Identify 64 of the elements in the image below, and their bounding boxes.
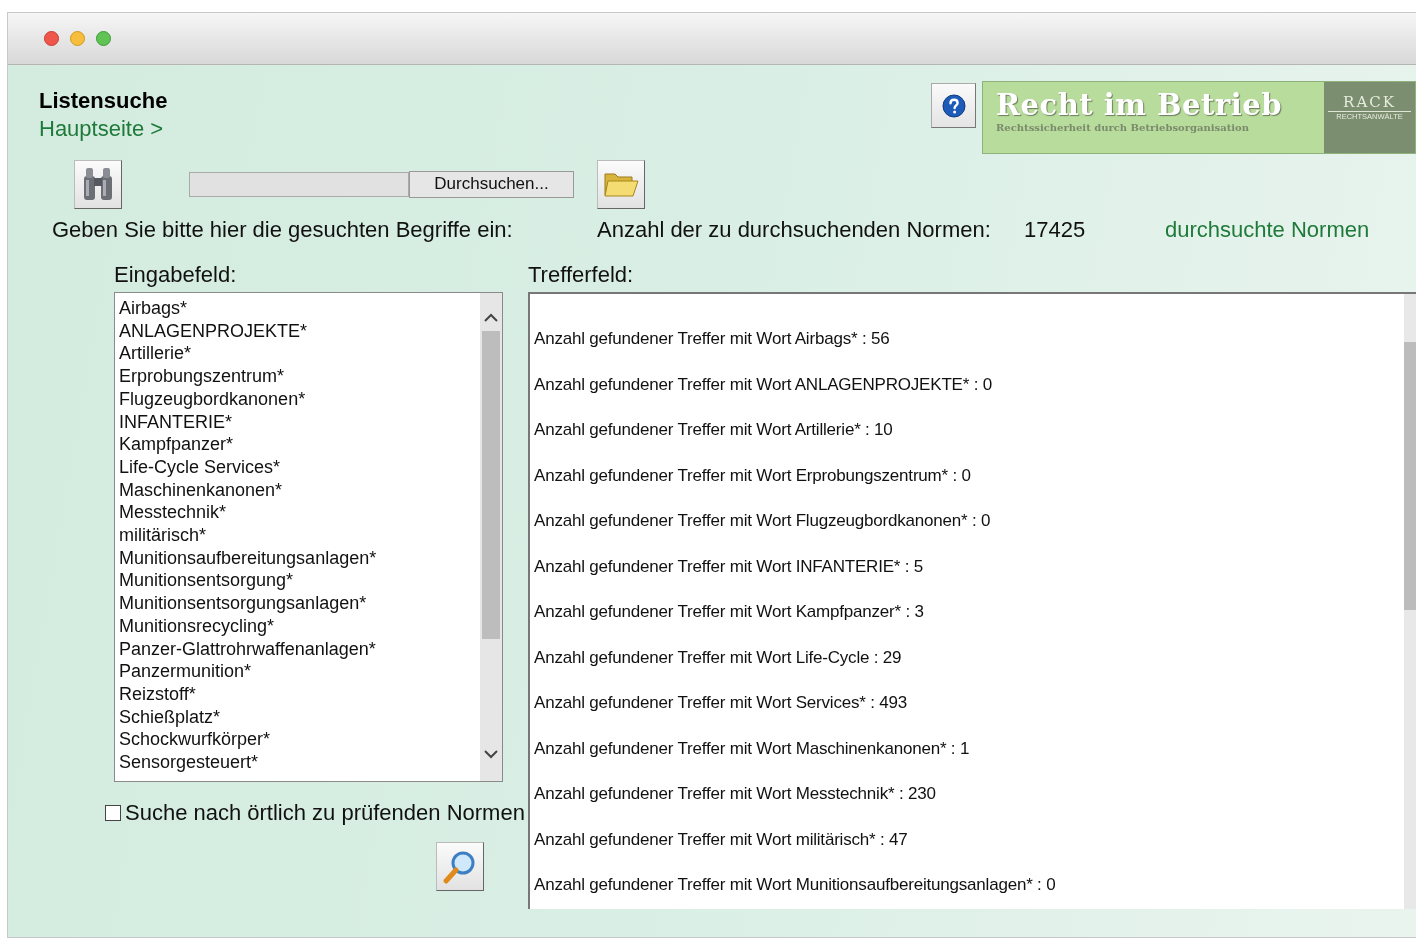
search-term: Munitionsentsorgung* — [119, 569, 295, 593]
search-term: Munitionsentsorgungsanlagen* — [119, 592, 368, 615]
help-button[interactable] — [931, 83, 976, 128]
input-field-label: Eingabefeld: — [114, 262, 238, 289]
search-term: Panzermunition* — [119, 660, 253, 683]
result-line: Anzahl gefundener Treffer mit Wort Erprobungszentrum* : 0 — [534, 464, 972, 487]
checkbox[interactable] — [105, 805, 121, 821]
search-term: Munitionsaufbereitungsanlagen* — [119, 546, 378, 570]
result-line: Anzahl gefundener Treffer mit Wort INFANTERIE* : 5 — [534, 555, 925, 578]
page-title: Listensuche — [39, 88, 168, 114]
search-term: Artillerie* — [119, 342, 193, 366]
scrollbar[interactable] — [480, 293, 502, 781]
search-button[interactable] — [436, 842, 484, 891]
zoom-button[interactable] — [96, 31, 111, 46]
breadcrumb-link[interactable]: Hauptseite > — [39, 116, 164, 142]
result-line: Anzahl gefundener Treffer mit Wort Kampfpanzer* : 3 — [534, 601, 925, 623]
results-scrollbar[interactable] — [1404, 294, 1416, 909]
results-scrollbar-thumb[interactable] — [1404, 342, 1416, 610]
result-line: Anzahl gefundener Treffer mit Wort Airbags* : 56 — [534, 328, 891, 350]
browse-button[interactable]: Durchsuchen... — [409, 170, 574, 198]
search-term: Sensorgesteuert* — [119, 751, 260, 774]
search-terms-list[interactable] — [114, 292, 503, 782]
search-term: Life-Cycle Services* — [119, 455, 282, 479]
scrollbar-thumb[interactable] — [482, 331, 500, 639]
open-folder-button[interactable] — [597, 159, 645, 209]
norm-count-label: Anzahl der zu durchsuchenden Normen: — [597, 217, 992, 243]
search-term: Munitionsrecycling* — [119, 614, 276, 638]
search-term: militärisch* — [119, 524, 207, 547]
binoculars-button[interactable] — [74, 159, 122, 209]
results-field-label: Trefferfeld: — [528, 262, 635, 289]
result-line: Anzahl gefundener Treffer mit Wort Flugzeugbordkanonen* : 0 — [534, 510, 992, 532]
search-term: Kampfpanzer* — [119, 433, 235, 456]
brand-name: RACK — [1328, 93, 1411, 112]
search-term: Flugzeugbordkanonen* — [119, 387, 307, 411]
logo-subtitle: Rechtssicherheit durch Betriebsorganisation — [996, 121, 1251, 133]
result-line: Anzahl gefundener Treffer mit Wort militärisch* : 47 — [534, 828, 909, 851]
search-term: Maschinenkanonen* — [119, 478, 284, 502]
search-term: Panzer-Glattrohrwaffenanlagen* — [119, 637, 377, 661]
result-line: Anzahl gefundener Treffer mit Wort Maschinenkanonen* : 1 — [534, 737, 971, 760]
search-term: ANLAGENPROJEKTE* — [119, 319, 309, 343]
checkbox-label: Suche nach örtlich zu prüfenden Normen — [125, 800, 525, 826]
norm-count-value: 17425 — [1024, 217, 1087, 243]
searched-norms-link[interactable]: durchsuchte Normen — [1165, 217, 1370, 243]
search-term: Erprobungszentrum* — [119, 365, 286, 388]
result-line: Anzahl gefundener Treffer mit Wort Messtechnik* : 230 — [534, 783, 937, 805]
result-line: Anzahl gefundener Treffer mit Wort ANLAGENPROJEKTE* : 0 — [534, 373, 993, 396]
file-path-field[interactable] — [189, 171, 409, 197]
result-line: Anzahl gefundener Treffer mit Wort Munitionsaufbereitungsanlagen* : 0 — [534, 874, 1057, 896]
help-icon — [941, 93, 966, 118]
search-term: Messtechnik* — [119, 501, 228, 525]
result-line: Anzahl gefundener Treffer mit Wort Life-Cycle : 29 — [534, 646, 903, 669]
result-line: Anzahl gefundener Treffer mit Wort Artillerie* : 10 — [534, 419, 894, 441]
search-term: Airbags* — [119, 297, 189, 320]
binoculars-icon — [82, 166, 114, 202]
scroll-up-icon[interactable] — [483, 313, 499, 323]
search-term: Reizstoff* — [119, 682, 197, 706]
logo-title: Recht im Betrieb — [996, 90, 1283, 122]
search-term: Schockwurfkörper* — [119, 728, 272, 752]
instruction-text: Geben Sie bitte hier die gesuchten Begriffe ein: — [52, 217, 514, 243]
close-button[interactable] — [44, 31, 59, 46]
scroll-down-icon[interactable] — [483, 749, 499, 759]
search-term: Schießplatz* — [119, 705, 222, 729]
search-term: INFANTERIE* — [119, 410, 234, 434]
result-line: Anzahl gefundener Treffer mit Wort Services* : 493 — [534, 692, 908, 714]
